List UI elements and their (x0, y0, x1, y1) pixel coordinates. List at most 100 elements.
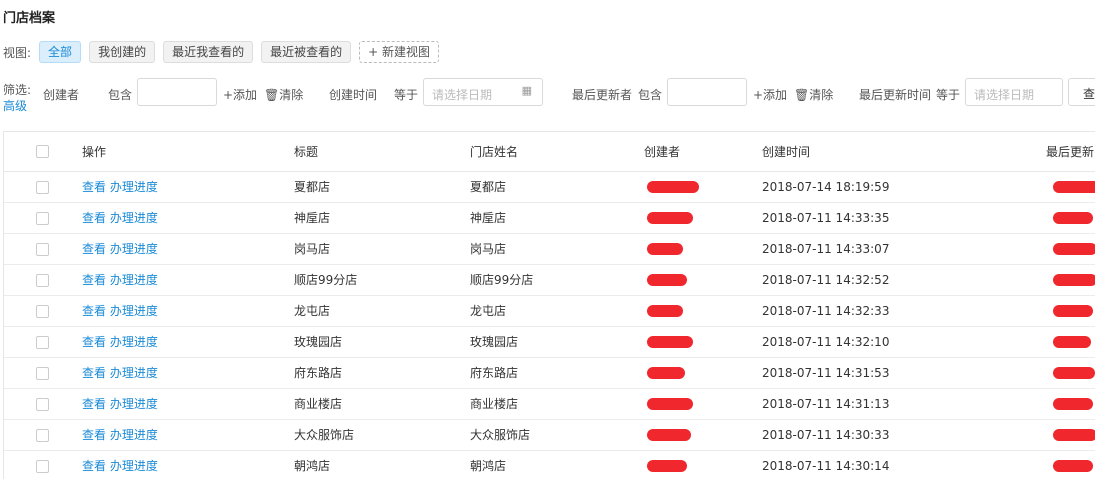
progress-link[interactable]: 办理进度 (110, 459, 158, 473)
redacted-updater (1053, 336, 1091, 348)
trash-icon: 🗑 (264, 88, 280, 102)
progress-link[interactable]: 办理进度 (110, 335, 158, 349)
redacted-updater (1053, 243, 1095, 255)
row-title: 大众服饰店 (294, 428, 355, 442)
redacted-creator (647, 181, 699, 193)
view-link[interactable]: 查看 (82, 335, 106, 349)
creator-add-button[interactable]: +添加 (223, 86, 257, 103)
view-link[interactable]: 查看 (82, 180, 106, 194)
row-checkbox[interactable] (36, 335, 49, 349)
new-view-button[interactable]: + 新建视图 (359, 41, 439, 63)
redacted-updater (1053, 398, 1093, 410)
table-row: 查看 办理进度 府东路店 府东路店 2018-07-11 14:31:53 (4, 357, 1095, 388)
trash-icon: 🗑 (794, 88, 810, 102)
row-title: 神垕店 (294, 211, 331, 225)
row-checkbox[interactable] (36, 366, 49, 380)
row-checkbox[interactable] (36, 180, 49, 194)
row-checkbox[interactable] (36, 459, 49, 473)
row-checkbox[interactable] (36, 211, 49, 225)
row-store-name: 朝鸿店 (470, 459, 507, 473)
view-label: 视图: (3, 45, 32, 60)
row-checkbox[interactable] (36, 304, 49, 318)
view-mine-button[interactable]: 我创建的 (89, 41, 156, 63)
view-link[interactable]: 查看 (82, 397, 106, 411)
creator-filter-input[interactable] (137, 78, 217, 106)
view-link[interactable]: 查看 (82, 273, 106, 287)
column-header-title: 标题 (294, 132, 470, 172)
filter-label: 筛选: (3, 83, 32, 97)
created-time-filter-label: 创建时间 (329, 88, 378, 102)
view-link[interactable]: 查看 (82, 459, 106, 473)
view-link[interactable]: 查看 (82, 428, 106, 442)
redacted-creator (647, 367, 685, 379)
created-time-equals-label: 等于 (394, 88, 419, 102)
table-header: 操作 标题 门店姓名 创建者 创建时间 最后更新 (4, 132, 1095, 172)
select-all-checkbox[interactable] (36, 145, 49, 159)
advanced-filter-link[interactable]: 高级 (3, 97, 27, 114)
progress-link[interactable]: 办理进度 (110, 304, 158, 318)
creator-filter-label: 创建者 (43, 88, 80, 102)
row-store-name: 大众服饰店 (470, 428, 531, 442)
table-row: 查看 办理进度 龙屯店 龙屯店 2018-07-11 14:32:33 (4, 295, 1095, 326)
row-created-time: 2018-07-11 14:31:13 (762, 396, 890, 411)
column-header-updated: 最后更新 (1046, 132, 1095, 172)
row-checkbox[interactable] (36, 428, 49, 442)
view-all-button[interactable]: 全部 (39, 41, 82, 63)
redacted-creator (647, 274, 687, 286)
view-recently-viewed-by-me-button[interactable]: 最近我查看的 (163, 41, 254, 63)
row-store-name: 府东路店 (470, 366, 519, 380)
creator-clear-button[interactable]: 🗑清除 (264, 86, 303, 103)
progress-link[interactable]: 办理进度 (110, 273, 158, 287)
view-link[interactable]: 查看 (82, 366, 106, 380)
store-table: 操作 标题 门店姓名 创建者 创建时间 最后更新 查看 办理进度 夏都店 夏都店 20… (3, 131, 1095, 479)
updated-date-placeholder: 请选择日期 (974, 88, 1035, 102)
progress-link[interactable]: 办理进度 (110, 180, 158, 194)
row-created-time: 2018-07-11 14:32:52 (762, 272, 890, 287)
row-store-name: 商业楼店 (470, 397, 519, 411)
query-button[interactable]: 查 (1068, 78, 1095, 106)
updater-clear-button[interactable]: 🗑清除 (794, 86, 833, 103)
view-link[interactable]: 查看 (82, 211, 106, 225)
progress-link[interactable]: 办理进度 (110, 211, 158, 225)
row-store-name: 顺店99分店 (470, 273, 534, 287)
created-date-picker[interactable]: 请选择日期 ▦ (423, 78, 543, 106)
row-title: 岗马店 (294, 242, 331, 256)
row-checkbox[interactable] (36, 273, 49, 287)
progress-link[interactable]: 办理进度 (110, 428, 158, 442)
redacted-updater (1053, 429, 1095, 441)
progress-link[interactable]: 办理进度 (110, 397, 158, 411)
row-created-time: 2018-07-11 14:32:10 (762, 334, 890, 349)
table-row: 查看 办理进度 大众服饰店 大众服饰店 2018-07-11 14:30:33 (4, 419, 1095, 450)
row-checkbox[interactable] (36, 242, 49, 256)
progress-link[interactable]: 办理进度 (110, 366, 158, 380)
view-link[interactable]: 查看 (82, 242, 106, 256)
row-checkbox[interactable] (36, 397, 49, 411)
updated-time-filter-label: 最后更新时间 (859, 88, 932, 102)
row-created-time: 2018-07-14 18:19:59 (762, 179, 890, 194)
redacted-creator (647, 398, 693, 410)
column-header-created-time: 创建时间 (762, 132, 1046, 172)
row-created-time: 2018-07-11 14:33:35 (762, 210, 890, 225)
row-title: 龙屯店 (294, 304, 331, 318)
redacted-creator (647, 212, 693, 224)
table-row: 查看 办理进度 岗马店 岗马店 2018-07-11 14:33:07 (4, 233, 1095, 264)
redacted-creator (647, 243, 683, 255)
row-store-name: 神垕店 (470, 211, 507, 225)
updater-contains-label: 包含 (638, 88, 663, 102)
row-store-name: 龙屯店 (470, 304, 507, 318)
row-created-time: 2018-07-11 14:33:07 (762, 241, 890, 256)
updater-add-button[interactable]: +添加 (753, 86, 787, 103)
view-link[interactable]: 查看 (82, 304, 106, 318)
redacted-creator (647, 429, 691, 441)
progress-link[interactable]: 办理进度 (110, 242, 158, 256)
updater-filter-input[interactable] (667, 78, 747, 106)
column-header-actions: 操作 (82, 132, 294, 172)
row-created-time: 2018-07-11 14:32:33 (762, 303, 890, 318)
view-recently-viewed-button[interactable]: 最近被查看的 (261, 41, 352, 63)
row-store-name: 夏都店 (470, 180, 507, 194)
row-title: 商业楼店 (294, 397, 343, 411)
row-created-time: 2018-07-11 14:30:33 (762, 427, 890, 442)
table-row: 查看 办理进度 玫瑰园店 玫瑰园店 2018-07-11 14:32:10 (4, 326, 1095, 357)
updated-date-picker[interactable]: 请选择日期 (965, 78, 1063, 106)
column-header-store-name: 门店姓名 (470, 132, 644, 172)
